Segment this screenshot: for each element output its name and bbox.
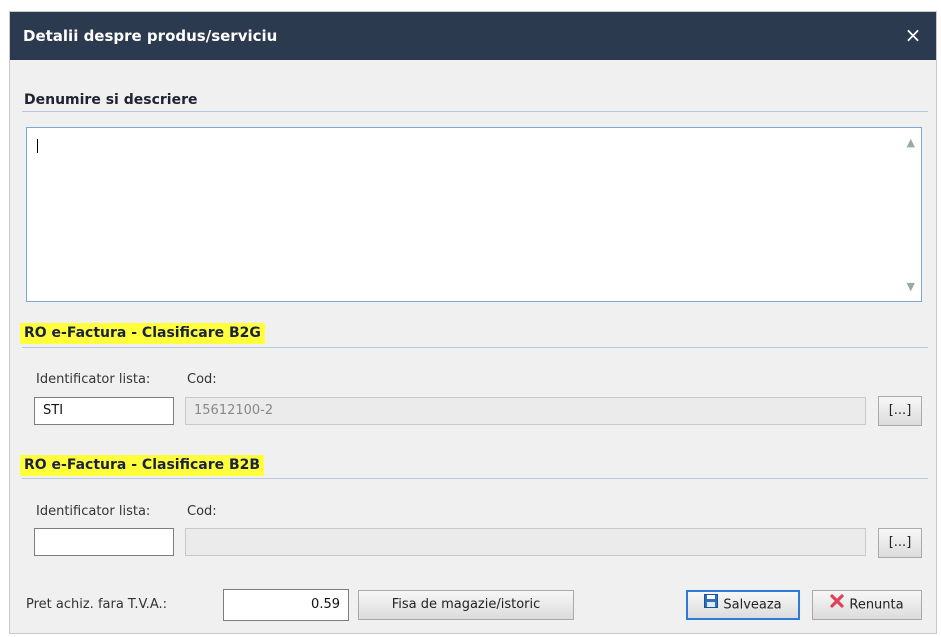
close-icon[interactable]: × <box>902 24 924 46</box>
price-label: Pret achiz. fara T.V.A.: <box>26 597 167 612</box>
b2g-code-input[interactable]: 15612100-2 <box>185 397 866 425</box>
b2b-heading-text: RO e-Factura - Clasificare B2B <box>20 455 265 476</box>
save-icon <box>704 592 719 618</box>
b2b-list-id-input[interactable] <box>34 528 174 556</box>
scroll-down-icon[interactable]: ▼ <box>907 280 915 293</box>
b2b-browse-button[interactable]: [...] <box>878 528 922 558</box>
b2b-divider <box>22 478 928 479</box>
description-textarea[interactable]: ▲ ▼ <box>26 127 922 302</box>
b2g-divider <box>22 347 928 348</box>
cancel-button-label: Renunta <box>849 597 904 613</box>
description-divider <box>22 111 928 112</box>
cancel-button[interactable]: Renunta <box>812 590 922 620</box>
b2g-list-id-input[interactable]: STI <box>34 397 174 425</box>
save-button[interactable]: Salveaza <box>686 590 800 620</box>
b2b-code-input[interactable] <box>185 528 866 556</box>
scroll-up-icon[interactable]: ▲ <box>907 136 915 149</box>
b2b-heading: RO e-Factura - Clasificare B2B <box>20 455 265 476</box>
b2b-list-id-label: Identificator lista: <box>36 504 151 519</box>
price-input[interactable]: 0.59 <box>223 589 349 621</box>
b2g-list-id-label: Identificator lista: <box>36 372 151 387</box>
dialog-title: Detalii despre produs/serviciu <box>23 27 278 45</box>
b2b-code-label: Cod: <box>187 504 217 519</box>
cancel-icon <box>830 591 844 619</box>
description-heading: Denumire si descriere <box>24 92 198 108</box>
save-button-label: Salveaza <box>723 597 782 613</box>
b2g-heading-text: RO e-Factura - Clasificare B2G <box>20 323 265 344</box>
b2g-heading: RO e-Factura - Clasificare B2G <box>20 323 265 344</box>
b2g-browse-button[interactable]: [...] <box>878 396 922 426</box>
text-caret <box>37 139 38 153</box>
b2g-code-label: Cod: <box>187 372 217 387</box>
stock-history-button[interactable]: Fisa de magazie/istoric <box>358 590 574 620</box>
dialog-titlebar: Detalii despre produs/serviciu × <box>10 12 936 60</box>
product-details-dialog: Detalii despre produs/serviciu × Denumir… <box>10 12 936 633</box>
